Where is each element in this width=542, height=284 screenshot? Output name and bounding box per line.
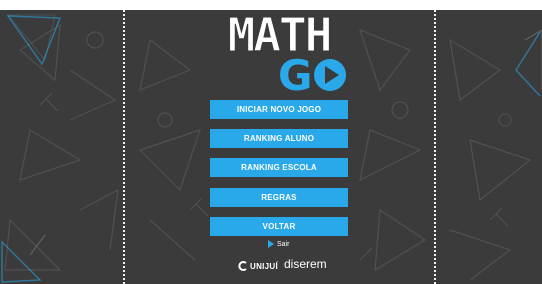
game-screen: MATH G INICIAR NOVO JOGO RANKING ALUNO R… [0,10,542,284]
logo-g-letter: G [278,51,313,100]
exit-link[interactable]: Sair [268,240,289,248]
diserem-logo: diserem [284,257,327,271]
logo-play-icon [314,59,346,91]
corner-triangle-top-left [6,15,62,66]
unijui-logo-text: UNIJUÍ [250,261,279,271]
corner-triangle-top-right [515,31,541,97]
back-button[interactable]: VOLTAR [210,217,348,236]
unijui-mark-icon [238,261,247,271]
left-dotted-divider [123,10,125,284]
unijui-logo: UNIJUÍ [238,261,278,271]
start-new-game-button[interactable]: INICIAR NOVO JOGO [210,100,348,119]
logo-go: G [278,53,348,99]
corner-triangle-bottom-left [1,240,42,283]
student-ranking-button[interactable]: RANKING ALUNO [210,129,348,148]
rules-button[interactable]: REGRAS [210,188,348,207]
right-dotted-divider [434,10,436,284]
logo-math-text: MATH [227,10,333,62]
play-triangle-icon [268,240,274,248]
exit-label: Sair [277,240,290,248]
school-ranking-button[interactable]: RANKING ESCOLA [210,158,348,177]
